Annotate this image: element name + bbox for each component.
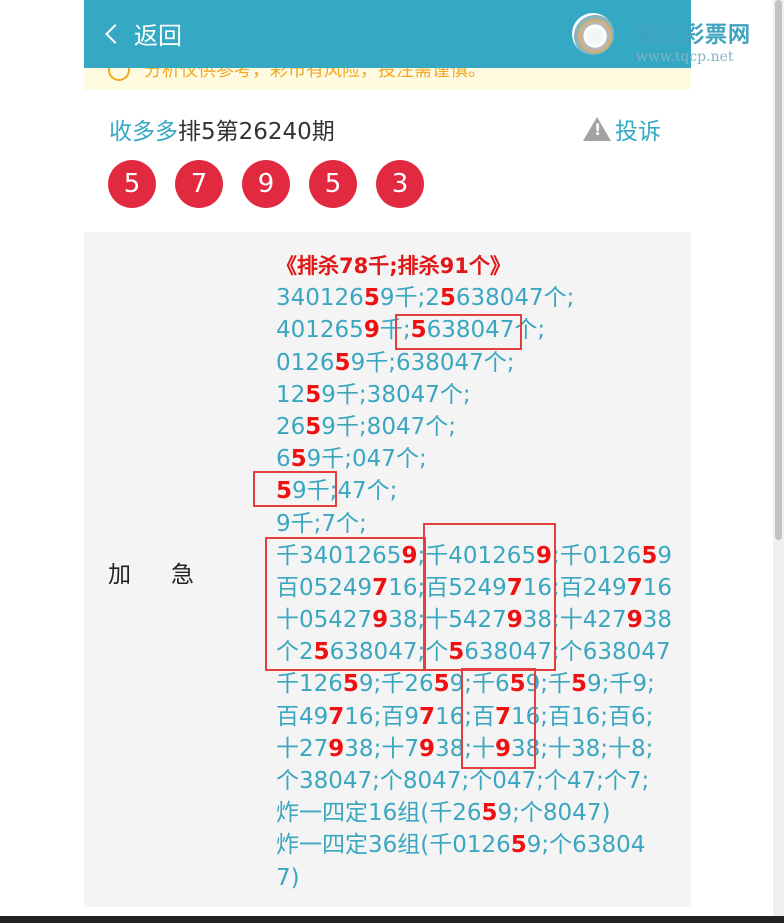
result-ball: 7 <box>175 160 223 208</box>
article-line: 2659千;8047个; <box>276 413 456 440</box>
annotation-box <box>423 523 556 671</box>
site-logo[interactable]: 特区彩票网 www.tqcp.net <box>570 5 784 65</box>
article-line: 7) <box>276 864 300 891</box>
issue-name: 排5第26240期 <box>178 119 335 145</box>
article-heading: 《排杀78千;排杀91个》 <box>276 254 511 278</box>
logo-name: 特区彩票网 <box>636 23 752 48</box>
article-line: 炸一四定36组(千012659;个63804 <box>276 832 646 859</box>
article-panel: 加急 《排杀78千;排杀91个》 34012659千;25638047个; 401… <box>84 232 691 907</box>
annotation-box <box>265 537 426 671</box>
annotation-box <box>253 471 337 507</box>
notice-bar: 分析仅供参考，彩市有风险，投注需谨慎。 <box>84 68 691 90</box>
article-line: 1259千;38047个; <box>276 381 471 408</box>
source-link[interactable]: 收多多 <box>109 119 178 145</box>
scrollbar-thumb[interactable] <box>775 0 782 540</box>
back-label: 返回 <box>134 22 182 50</box>
article-label: 加急 <box>108 562 234 588</box>
complain-label: 投诉 <box>615 119 661 145</box>
result-ball: 5 <box>108 160 156 208</box>
logo-url: www.tqcp.net <box>636 49 734 65</box>
logo-icon <box>572 13 614 55</box>
back-chevron-icon <box>105 23 125 44</box>
warning-icon: ! <box>583 117 611 141</box>
result-ball: 5 <box>309 160 357 208</box>
complain-button[interactable]: ! 投诉 <box>583 112 661 146</box>
article-line: 012659千;638047个; <box>276 349 515 376</box>
scrollbar[interactable] <box>773 0 784 923</box>
annotation-box <box>461 668 536 769</box>
back-button[interactable]: 返回 <box>105 16 182 51</box>
article-line: 个38047;个8047;个047;个47;个7; <box>276 768 650 794</box>
notice-text: 分析仅供参考，彩市有风险，投注需谨慎。 <box>144 68 486 81</box>
result-ball: 3 <box>376 160 424 208</box>
result-ball: 9 <box>242 160 290 208</box>
bottom-divider <box>0 916 784 923</box>
article-line: 59千;47个; <box>276 478 398 505</box>
article-line: 34012659千;25638047个; <box>276 285 575 312</box>
result-balls: 5 7 9 5 3 <box>108 160 443 208</box>
article-line: 炸一四定16组(千2659;个8047) <box>276 800 611 827</box>
annotation-box <box>395 314 522 350</box>
article-line: 659千;047个; <box>276 446 427 473</box>
notice-icon <box>108 68 130 81</box>
issue-title: 收多多排5第26240期 <box>109 112 335 146</box>
